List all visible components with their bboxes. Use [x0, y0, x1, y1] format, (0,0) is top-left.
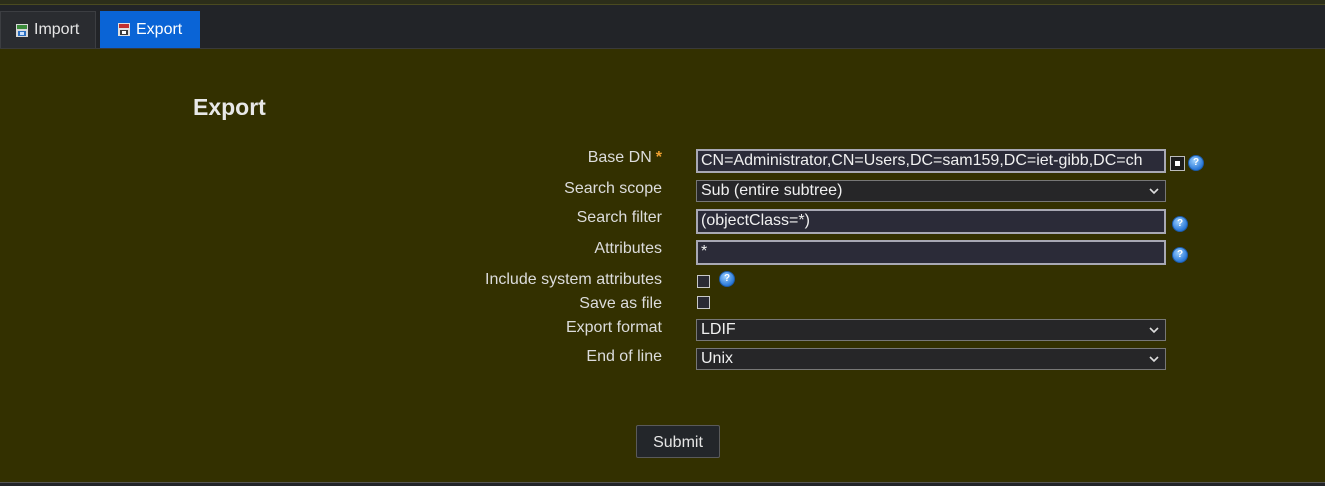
chevron-down-icon: [1149, 181, 1159, 201]
required-marker: *: [655, 149, 662, 166]
tab-import-label: Import: [34, 21, 80, 38]
export-format-label: Export format: [565, 319, 662, 336]
export-panel: Export Base DN * CN=Administrator,CN=User…: [0, 49, 1325, 483]
search-scope-select[interactable]: Sub (entire subtree): [696, 180, 1166, 202]
help-icon[interactable]: ?: [1188, 155, 1204, 171]
tab-import[interactable]: Import: [0, 11, 96, 48]
attributes-input[interactable]: *: [696, 240, 1166, 265]
chevron-down-icon: [1149, 349, 1159, 369]
search-scope-label: Search scope: [564, 180, 662, 197]
attributes-label: Attributes: [594, 240, 662, 257]
include-system-attributes-label: Include system attributes: [485, 271, 662, 288]
import-icon: [16, 23, 28, 37]
search-filter-input[interactable]: (objectClass=*): [696, 209, 1166, 234]
base-dn-label: Base DN *: [587, 149, 662, 166]
include-system-attributes-checkbox[interactable]: [697, 275, 710, 288]
dn-browse-button[interactable]: [1170, 156, 1185, 171]
tab-export[interactable]: Export: [100, 11, 200, 48]
base-dn-input[interactable]: CN=Administrator,CN=Users,DC=sam159,DC=i…: [696, 149, 1166, 173]
help-icon[interactable]: ?: [1172, 247, 1188, 263]
page-title: Export: [193, 94, 266, 120]
tab-export-label: Export: [136, 20, 183, 38]
help-icon[interactable]: ?: [1172, 216, 1188, 232]
end-of-line-select[interactable]: Unix: [696, 348, 1166, 370]
export-format-select[interactable]: LDIF: [696, 319, 1166, 341]
search-filter-label: Search filter: [576, 209, 662, 226]
end-of-line-label: End of line: [586, 348, 662, 365]
save-as-file-label: Save as file: [579, 295, 662, 312]
tab-bar: Import Export: [0, 5, 1325, 49]
save-as-file-checkbox[interactable]: [697, 296, 710, 309]
export-icon: [118, 23, 130, 36]
chevron-down-icon: [1149, 320, 1159, 340]
submit-button[interactable]: Submit: [636, 425, 720, 458]
help-icon[interactable]: ?: [719, 271, 735, 287]
